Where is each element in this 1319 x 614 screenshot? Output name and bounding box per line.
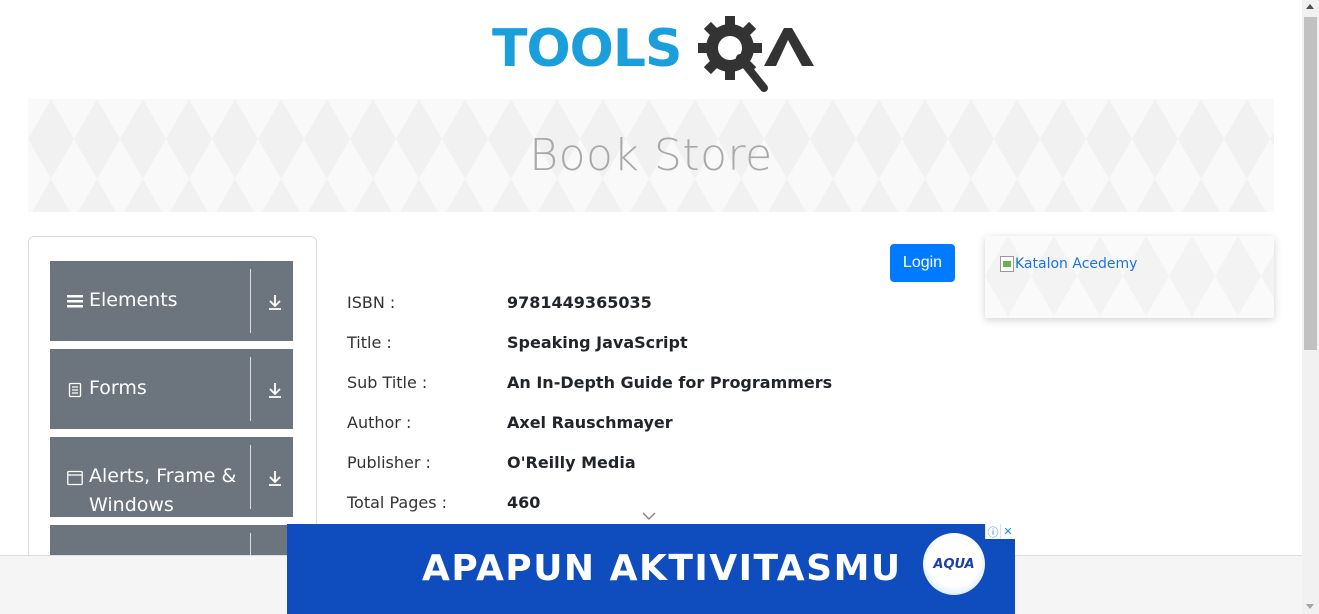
detail-value: 9781449365035 — [507, 292, 652, 312]
group-label-line-1: Alerts, Frame & — [89, 465, 237, 487]
group-label-line-2: Windows — [89, 494, 174, 516]
broken-image-icon — [1000, 256, 1014, 272]
ad-controls: ⓘ ✕ — [985, 524, 1015, 539]
detail-row-publisher: Publisher : O'Reilly Media — [347, 442, 636, 482]
download-icon[interactable] — [266, 381, 284, 399]
chevron-down-icon[interactable] — [641, 511, 657, 521]
detail-label: Title : — [347, 332, 392, 352]
side-ad-alt-text: Katalon Acedemy — [1015, 256, 1138, 272]
gear-icon — [698, 16, 768, 92]
side-ad-image[interactable]: Katalon Acedemy — [1000, 256, 1137, 272]
group-divider — [250, 445, 251, 509]
detail-row-title: Title : Speaking JavaScript — [347, 322, 688, 362]
scroll-up-arrow-icon[interactable] — [1306, 4, 1314, 9]
detail-label: Publisher : — [347, 452, 431, 472]
logo-text-tools: TOOLS — [492, 19, 681, 79]
window-icon — [67, 470, 83, 486]
detail-row-subtitle: Sub Title : An In-Depth Guide for Progra… — [347, 362, 832, 402]
detail-value: Axel Rauschmayer — [507, 412, 673, 432]
aqua-logo: AQUA — [923, 533, 985, 595]
toolsqa-logo[interactable]: TOOLS — [492, 16, 816, 92]
side-ad[interactable]: Katalon Acedemy — [985, 236, 1274, 318]
group-label: Forms — [89, 377, 147, 399]
detail-row-author: Author : Axel Rauschmayer — [347, 402, 673, 442]
aqua-logo-text: AQUA — [933, 556, 975, 572]
group-elements[interactable]: Elements — [50, 261, 293, 341]
download-icon[interactable] — [266, 293, 284, 311]
login-button[interactable]: Login — [890, 244, 955, 282]
ad-info-icon[interactable]: ⓘ — [985, 524, 1000, 539]
page-title: Book Store — [529, 130, 773, 181]
vertical-scrollbar[interactable] — [1302, 0, 1319, 614]
detail-label: Total Pages : — [347, 492, 447, 512]
ad-banner-text: APAPUN AKTIVITASMU — [422, 548, 902, 589]
left-nav-panel: Elements Forms Alerts, Frame & Windows — [28, 236, 317, 566]
detail-value: An In-Depth Guide for Programmers — [507, 372, 833, 392]
detail-label: Sub Title : — [347, 372, 428, 392]
group-alerts-frame-windows[interactable]: Alerts, Frame & Windows — [50, 437, 293, 517]
download-icon[interactable] — [266, 469, 284, 487]
detail-row-total-pages: Total Pages : 460 — [347, 482, 540, 522]
detail-label: ISBN : — [347, 292, 396, 312]
group-divider — [250, 269, 251, 333]
hamburger-icon — [67, 295, 83, 308]
detail-value: 460 — [507, 492, 541, 512]
detail-label: Author : — [347, 412, 412, 432]
document-icon — [68, 382, 82, 398]
page-banner: Book Store — [28, 99, 1274, 212]
group-forms[interactable]: Forms — [50, 349, 293, 429]
scroll-down-arrow-icon[interactable] — [1306, 604, 1314, 609]
logo-letter-a — [764, 28, 814, 66]
detail-value: Speaking JavaScript — [507, 332, 688, 352]
ad-close-icon[interactable]: ✕ — [1000, 524, 1015, 539]
group-divider — [250, 357, 251, 421]
detail-value: O'Reilly Media — [507, 452, 636, 472]
group-label: Elements — [89, 289, 178, 311]
bottom-ad-banner[interactable]: APAPUN AKTIVITASMU AQUA ⓘ ✕ — [287, 524, 1015, 614]
detail-row-isbn: ISBN : 9781449365035 — [347, 282, 652, 322]
scrollbar-thumb[interactable] — [1304, 17, 1317, 350]
